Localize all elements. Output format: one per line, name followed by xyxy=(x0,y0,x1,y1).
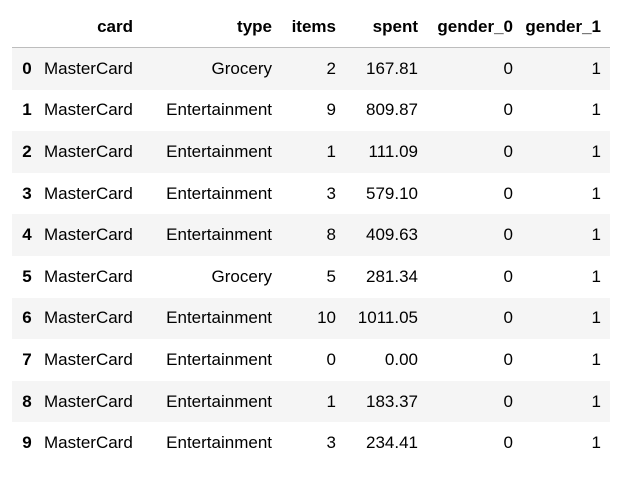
table-body: 0 MasterCard Grocery 2 167.81 0 1 1 MasterCard En… xyxy=(12,47,610,464)
cell-gender-1: 1 xyxy=(591,266,601,286)
cell-card: MasterCard xyxy=(44,391,133,411)
table-row: 1 MasterCard Entertainment 9 809.87 0 1 xyxy=(12,89,610,132)
cell-type: Entertainment xyxy=(166,433,272,453)
cell-gender-0: 0 xyxy=(503,308,513,328)
column-header-spent: spent xyxy=(345,6,427,48)
cell-gender-0: 0 xyxy=(503,100,513,120)
cell-gender-1: 1 xyxy=(591,225,601,245)
dataframe-table: card type items spent gender_0 gender_1 … xyxy=(12,6,610,464)
cell-gender-0: 0 xyxy=(503,391,513,411)
table-row: 7 MasterCard Entertainment 0 0.00 0 1 xyxy=(12,339,610,381)
cell-type: Entertainment xyxy=(166,349,272,369)
cell-gender-0: 0 xyxy=(503,433,513,453)
cell-card: MasterCard xyxy=(44,183,133,203)
cell-items: 1 xyxy=(326,391,336,411)
cell-spent: 579.10 xyxy=(366,183,418,203)
cell-spent: 281.34 xyxy=(366,266,418,286)
column-header-card: card xyxy=(42,6,142,48)
cell-type: Grocery xyxy=(211,266,272,286)
cell-items: 3 xyxy=(326,183,336,203)
cell-items: 10 xyxy=(317,308,336,328)
table-row: 4 MasterCard Entertainment 8 409.63 0 1 xyxy=(12,214,610,256)
row-index: 9 xyxy=(22,433,32,453)
table-row: 3 MasterCard Entertainment 3 579.10 0 1 xyxy=(12,172,610,215)
cell-type: Grocery xyxy=(211,58,272,78)
cell-type: Entertainment xyxy=(166,183,272,203)
row-index: 7 xyxy=(22,349,32,369)
row-index: 8 xyxy=(22,391,32,411)
cell-gender-0: 0 xyxy=(503,225,513,245)
table-row: 2 MasterCard Entertainment 1 111.09 0 1 xyxy=(12,131,610,173)
index-header xyxy=(12,6,42,48)
cell-type: Entertainment xyxy=(166,225,272,245)
cell-gender-1: 1 xyxy=(591,141,601,161)
table-header: card type items spent gender_0 gender_1 xyxy=(12,6,610,48)
cell-items: 8 xyxy=(326,225,336,245)
cell-items: 1 xyxy=(326,141,336,161)
dataframe-output: card type items spent gender_0 gender_1 … xyxy=(12,6,610,464)
cell-gender-1: 1 xyxy=(591,349,601,369)
cell-type: Entertainment xyxy=(166,100,272,120)
row-index: 6 xyxy=(22,308,32,328)
cell-gender-1: 1 xyxy=(591,391,601,411)
table-row: 6 MasterCard Entertainment 10 1011.05 0 1 xyxy=(12,297,610,340)
cell-spent: 183.37 xyxy=(366,391,418,411)
row-index: 2 xyxy=(22,141,32,161)
cell-card: MasterCard xyxy=(44,433,133,453)
cell-items: 5 xyxy=(326,266,336,286)
column-header-gender-1: gender_1 xyxy=(522,6,610,48)
cell-gender-1: 1 xyxy=(591,183,601,203)
cell-card: MasterCard xyxy=(44,225,133,245)
cell-spent: 111.09 xyxy=(368,141,418,161)
cell-spent: 234.41 xyxy=(366,433,418,453)
cell-card: MasterCard xyxy=(44,58,133,78)
cell-gender-1: 1 xyxy=(591,308,601,328)
cell-card: MasterCard xyxy=(44,266,133,286)
row-index: 0 xyxy=(22,58,32,78)
cell-type: Entertainment xyxy=(166,391,272,411)
cell-spent: 167.81 xyxy=(366,58,418,78)
table-row: 0 MasterCard Grocery 2 167.81 0 1 xyxy=(12,47,610,90)
cell-gender-0: 0 xyxy=(503,349,513,369)
cell-spent: 809.87 xyxy=(366,100,418,120)
cell-card: MasterCard xyxy=(44,349,133,369)
cell-items: 2 xyxy=(326,58,336,78)
row-index: 3 xyxy=(22,183,32,203)
cell-gender-1: 1 xyxy=(591,58,601,78)
cell-card: MasterCard xyxy=(44,141,133,161)
table-row: 9 MasterCard Entertainment 3 234.41 0 1 xyxy=(12,422,610,464)
cell-gender-0: 0 xyxy=(503,183,513,203)
cell-items: 0 xyxy=(326,349,336,369)
cell-type: Entertainment xyxy=(166,308,272,328)
header-row: card type items spent gender_0 gender_1 xyxy=(12,6,610,48)
cell-spent: 0.00 xyxy=(384,349,418,369)
cell-spent: 1011.05 xyxy=(357,308,418,328)
table-row: 5 MasterCard Grocery 5 281.34 0 1 xyxy=(12,255,610,298)
cell-gender-1: 1 xyxy=(591,100,601,120)
row-index: 4 xyxy=(22,225,32,245)
cell-items: 9 xyxy=(326,100,336,120)
cell-gender-1: 1 xyxy=(591,433,601,453)
column-header-gender-0: gender_0 xyxy=(427,6,522,48)
row-index: 1 xyxy=(22,100,32,120)
cell-type: Entertainment xyxy=(166,141,272,161)
table-row: 8 MasterCard Entertainment 1 183.37 0 1 xyxy=(12,380,610,423)
cell-card: MasterCard xyxy=(44,308,133,328)
cell-items: 3 xyxy=(326,433,336,453)
cell-card: MasterCard xyxy=(44,100,133,120)
cell-gender-0: 0 xyxy=(503,141,513,161)
cell-gender-0: 0 xyxy=(503,58,513,78)
cell-gender-0: 0 xyxy=(503,266,513,286)
cell-spent: 409.63 xyxy=(366,225,418,245)
column-header-items: items xyxy=(281,6,345,48)
column-header-type: type xyxy=(142,6,281,48)
row-index: 5 xyxy=(22,266,32,286)
